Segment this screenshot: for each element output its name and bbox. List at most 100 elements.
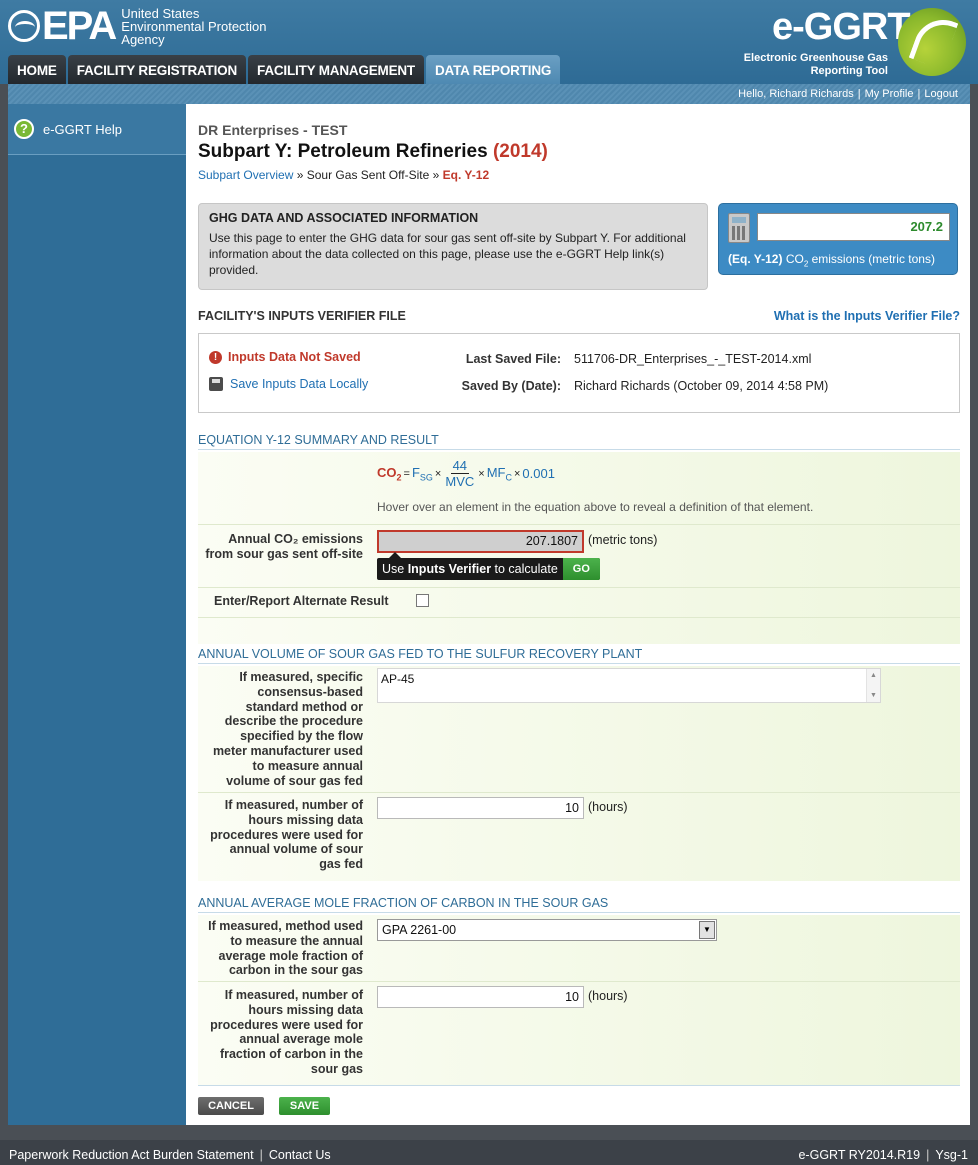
- equation-ref: (Eq. Y-12): [728, 252, 783, 266]
- verifier-section-title: FACILITY'S INPUTS VERIFIER FILE: [198, 309, 406, 323]
- logout-link[interactable]: Logout: [924, 88, 958, 100]
- cancel-button[interactable]: CANCEL: [198, 1097, 264, 1115]
- divider: |: [857, 88, 861, 100]
- save-inputs-locally-link[interactable]: Save Inputs Data Locally: [209, 377, 368, 391]
- units-text: emissions (metric tons): [808, 252, 935, 266]
- epa-mark: EPA: [8, 4, 117, 48]
- textarea-scrollbar[interactable]: ▲ ▼: [866, 669, 880, 702]
- sidebar: ? e-GGRT Help: [8, 104, 186, 1125]
- inputs-verifier-tooltip-text: Use Inputs Verifier to calculate: [377, 558, 563, 580]
- equation-fsg-text: F: [411, 464, 420, 480]
- emissions-calculator-box: 207.2 (Eq. Y-12) CO2 emissions (metric t…: [718, 203, 958, 275]
- contact-us-link[interactable]: Contact Us: [269, 1148, 331, 1162]
- carbon-hours-unit: (hours): [588, 989, 628, 1003]
- carbon-method-label-line: average mole fraction of: [218, 948, 364, 963]
- verifier-help-link[interactable]: What is the Inputs Verifier File?: [774, 309, 960, 323]
- carbon-method-select[interactable]: GPA 2261-00 ▼: [377, 919, 717, 941]
- divider: [198, 524, 960, 525]
- e-ggrt-subtitle-line: Electronic Greenhouse Gas: [743, 52, 888, 64]
- warning-icon: !: [209, 350, 222, 364]
- divider: [198, 792, 960, 793]
- carbon-hours-label: If measured, number of hours missing dat…: [198, 988, 363, 1077]
- divider: |: [917, 88, 921, 100]
- sidebar-item-label: e-GGRT Help: [43, 121, 122, 137]
- help-icon: ?: [14, 119, 34, 139]
- equation-mfc-subscript: C: [505, 472, 512, 483]
- divider: [198, 587, 960, 588]
- my-profile-link[interactable]: My Profile: [865, 88, 914, 100]
- volume-method-label-line: volume of sour gas fed: [226, 773, 363, 788]
- tab-data-reporting[interactable]: DATA REPORTING: [425, 55, 561, 84]
- reporting-year: (2014): [492, 141, 548, 162]
- page-title-text: Subpart Y: Petroleum Refineries: [198, 141, 488, 162]
- info-box: GHG DATA AND ASSOCIATED INFORMATION Use …: [198, 203, 708, 290]
- carbon-hours-input[interactable]: 10: [377, 986, 584, 1008]
- annual-co2-unit: (metric tons): [588, 533, 658, 547]
- tab-facility-management[interactable]: FACILITY MANAGEMENT: [248, 55, 424, 84]
- carbon-hours-label-line: fraction of carbon in the: [219, 1047, 363, 1062]
- divider: |: [259, 1148, 263, 1162]
- sidebar-item-help[interactable]: ? e-GGRT Help: [8, 104, 186, 155]
- e-ggrt-logo: e-GGRT Electronic Greenhouse Gas Reporti…: [736, 6, 966, 78]
- equation-y12: CO2 = FSG × 44 MVC × MFC × 0.001: [377, 458, 555, 489]
- carbon-section-title: ANNUAL AVERAGE MOLE FRACTION OF CARBON I…: [198, 896, 960, 913]
- carbon-hours-label-line: sour gas: [310, 1061, 363, 1076]
- bird-logo-icon: [898, 8, 966, 76]
- equation-mfc[interactable]: MFC: [487, 465, 512, 483]
- alternate-result-checkbox[interactable]: [416, 594, 429, 607]
- equation-numerator[interactable]: 44: [450, 458, 470, 474]
- tooltip-suffix: to calculate: [491, 562, 558, 576]
- verifier-box: ! Inputs Data Not Saved Save Inputs Data…: [198, 333, 960, 413]
- version-text: e-GGRT RY2014.R19: [798, 1148, 921, 1162]
- carbon-hours-label-line: procedures were used for: [210, 1017, 363, 1032]
- chevron-down-icon[interactable]: ▼: [699, 921, 715, 939]
- volume-section-title: ANNUAL VOLUME OF SOUR GAS FED TO THE SUL…: [198, 647, 960, 664]
- server-text: Ysg-1: [935, 1148, 968, 1162]
- divider: [198, 981, 960, 982]
- organization-name: DR Enterprises - TEST: [198, 122, 348, 138]
- tab-facility-registration[interactable]: FACILITY REGISTRATION: [67, 55, 247, 84]
- carbon-method-label-line: If measured, method used: [208, 919, 363, 933]
- volume-method-value: AP-45: [381, 672, 415, 686]
- epa-agency-name: United States Environmental Protection A…: [121, 7, 266, 46]
- equation-denominator[interactable]: MVC: [445, 474, 474, 489]
- saved-by-value: Richard Richards (October 09, 2014 4:58 …: [574, 379, 829, 393]
- save-inputs-locally-text: Save Inputs Data Locally: [230, 377, 369, 391]
- header: EPA United States Environmental Protecti…: [0, 0, 978, 84]
- footer: Paperwork Reduction Act Burden Statement…: [0, 1140, 978, 1165]
- epa-logo-text: EPA: [42, 4, 117, 48]
- info-box-title: GHG DATA AND ASSOCIATED INFORMATION: [209, 211, 479, 225]
- main-nav: HOME FACILITY REGISTRATION FACILITY MANA…: [8, 55, 562, 84]
- volume-method-label-line: meter manufacturer used: [212, 743, 363, 758]
- annual-co2-result-field[interactable]: 207.1807: [377, 530, 584, 553]
- save-button[interactable]: SAVE: [279, 1097, 330, 1115]
- volume-hours-input[interactable]: 10: [377, 797, 584, 819]
- tab-home[interactable]: HOME: [8, 55, 66, 84]
- annual-co2-label-line: Annual CO₂ emissions: [228, 532, 363, 546]
- volume-method-label-line: consensus-based: [257, 684, 363, 699]
- breadcrumb: Subpart Overview » Sour Gas Sent Off-Sit…: [198, 168, 489, 182]
- equation-fsg[interactable]: FSG: [412, 465, 433, 483]
- breadcrumb-subpart-overview[interactable]: Subpart Overview: [198, 168, 293, 182]
- calculator-icon: [728, 213, 750, 243]
- equation-constant[interactable]: 0.001: [522, 466, 555, 481]
- volume-method-label-line: describe the procedure: [224, 714, 363, 729]
- volume-method-label-line: standard method or: [245, 699, 363, 714]
- volume-hours-label-line: hours missing data: [248, 812, 363, 827]
- breadcrumb-separator: »: [296, 168, 304, 182]
- paperwork-link[interactable]: Paperwork Reduction Act Burden Statement: [9, 1148, 254, 1162]
- volume-hours-label-line: procedures were used for: [210, 827, 363, 842]
- equation-co2[interactable]: CO2: [377, 465, 402, 483]
- carbon-method-selected-value: GPA 2261-00: [382, 923, 457, 937]
- equation-fsg-subscript: SG: [419, 472, 433, 483]
- go-button[interactable]: GO: [562, 558, 600, 580]
- volume-method-textarea[interactable]: AP-45 ▲ ▼: [377, 668, 881, 703]
- inputs-verifier-tooltip: Use Inputs Verifier to calculate GO: [377, 552, 600, 580]
- breadcrumb-current: Eq. Y-12: [442, 168, 490, 182]
- main-content: DR Enterprises - TEST Subpart Y: Petrole…: [186, 104, 970, 1125]
- equation-equals: =: [403, 467, 410, 480]
- last-saved-file: 511706-DR_Enterprises_-_TEST-2014.xml: [574, 352, 812, 366]
- epa-logo[interactable]: EPA United States Environmental Protecti…: [8, 6, 267, 46]
- epa-agency-line: Environmental Protection: [121, 18, 267, 34]
- calculated-emissions-label: (Eq. Y-12) CO2 emissions (metric tons): [728, 252, 935, 268]
